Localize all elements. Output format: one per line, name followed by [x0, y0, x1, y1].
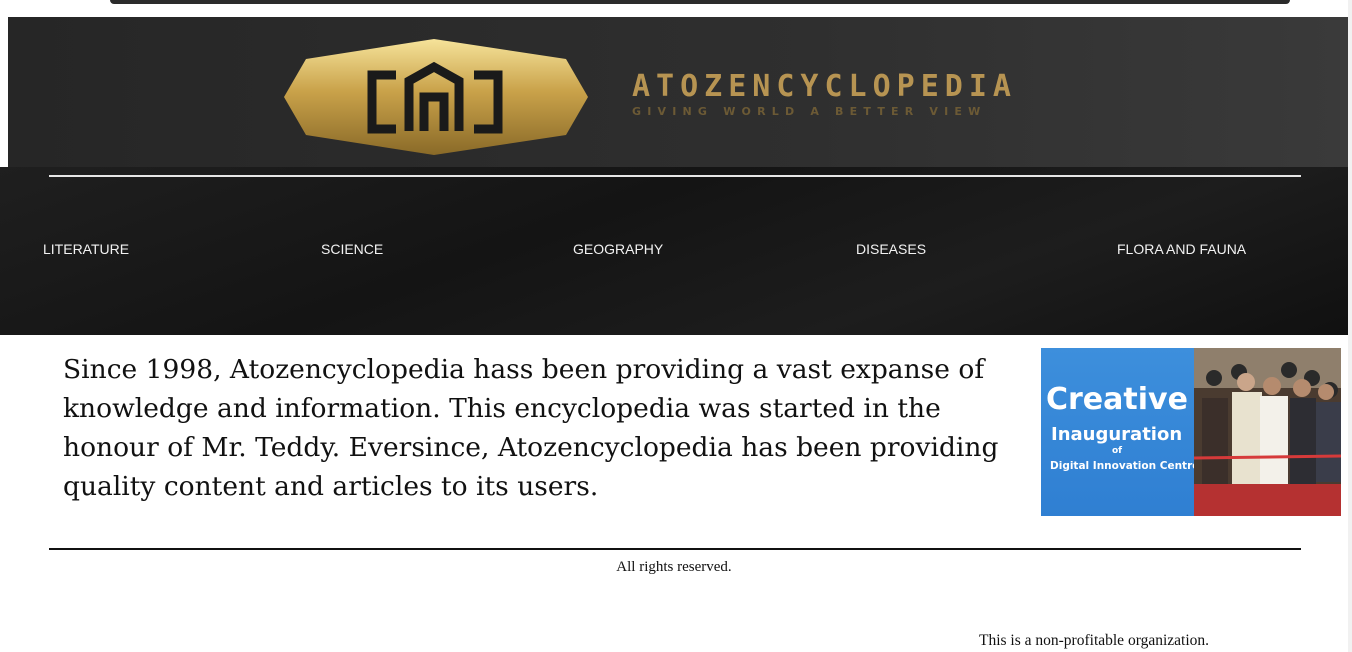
nav-item-flora-and-fauna[interactable]: FLORA AND FAUNA — [1117, 241, 1246, 257]
nav-item-science[interactable]: SCIENCE — [321, 241, 383, 257]
intro-paragraph: Since 1998, Atozencyclopedia hass been p… — [63, 354, 999, 502]
footer-copyright: All rights reserved. — [616, 559, 732, 575]
site-tagline: GIVING WORLD A BETTER VIEW — [632, 105, 987, 118]
footer-divider — [49, 548, 1301, 550]
site-header: ATOZENCYCLOPEDIA GIVING WORLD A BETTER V… — [8, 17, 1352, 167]
nav-divider — [49, 175, 1301, 177]
banner-heading: Creative — [1046, 382, 1188, 417]
banner-subheading: Inauguration — [1051, 424, 1183, 445]
banner-of: of — [1112, 446, 1123, 456]
nav-item-geography[interactable]: GEOGRAPHY — [573, 241, 663, 257]
event-photo — [1194, 348, 1341, 516]
main-navigation: LITERATURE SCIENCE GEOGRAPHY DISEASES FL… — [0, 167, 1352, 335]
horizontal-scrollbar[interactable] — [110, 0, 1290, 4]
footer-note: This is a non-profitable organization. — [979, 632, 1210, 649]
site-title[interactable]: ATOZENCYCLOPEDIA — [632, 69, 1017, 104]
banner-caption: Digital Innovation Centre — [1050, 460, 1200, 472]
nav-item-literature[interactable]: LITERATURE — [43, 241, 129, 257]
vertical-scrollbar[interactable] — [1348, 0, 1352, 652]
atoz-monogram-icon[interactable] — [284, 39, 588, 155]
browser-chrome — [0, 0, 1352, 16]
event-banner-image: Creative Inauguration of Digital Innovat… — [1041, 348, 1341, 516]
banner-text-panel: Creative Inauguration of Digital Innovat… — [1041, 348, 1199, 516]
nav-item-diseases[interactable]: DISEASES — [856, 241, 926, 257]
